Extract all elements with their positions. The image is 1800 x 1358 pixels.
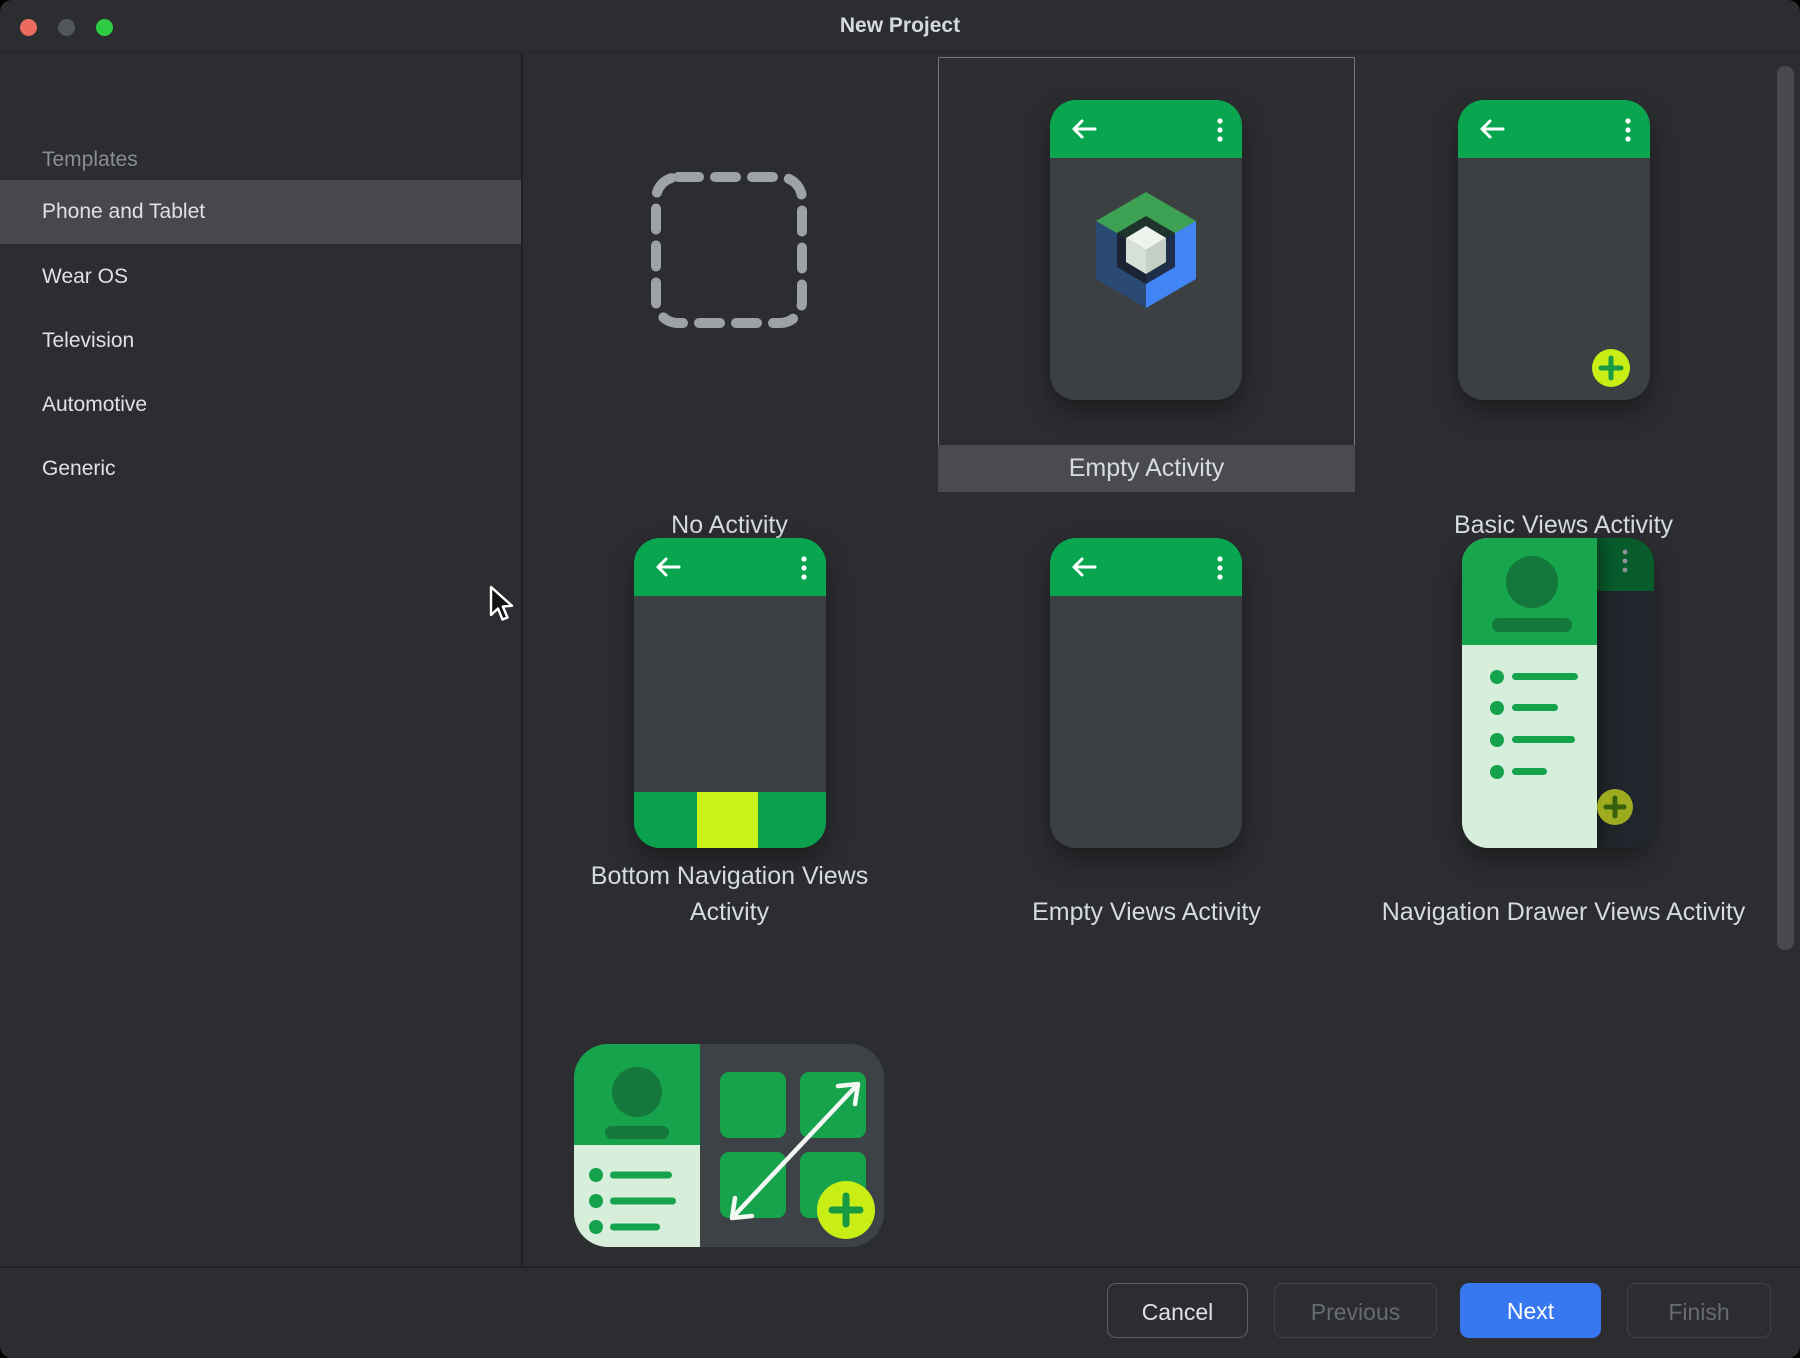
drawer-line: [1512, 768, 1547, 775]
finish-button[interactable]: Finish: [1627, 1283, 1771, 1338]
drawer-bullet: [1490, 670, 1504, 684]
template-card-bottom-navigation-views-activity[interactable]: Bottom Navigation Views Activity: [521, 492, 938, 940]
template-card-label: Navigation Drawer Views Activity: [1355, 894, 1772, 930]
template-card-no-activity[interactable]: No Activity: [521, 57, 938, 492]
avatar: [1506, 556, 1558, 608]
template-card-empty-activity[interactable]: Empty Activity: [938, 57, 1355, 492]
compose-logo-icon: [1086, 184, 1206, 316]
template-card-empty-views-activity[interactable]: Empty Views Activity: [938, 492, 1355, 940]
back-arrow-icon: [1478, 117, 1506, 141]
template-card-primary-detail-flow[interactable]: [521, 940, 938, 1266]
template-card-navigation-drawer-views-activity[interactable]: Navigation Drawer Views Activity: [1355, 492, 1772, 940]
kebab-menu-icon: [1216, 555, 1224, 581]
avatar-name-bar: [1492, 618, 1572, 632]
sidebar-item-automotive[interactable]: Automotive: [42, 373, 147, 437]
scrollbar-thumb[interactable]: [1777, 66, 1794, 950]
template-card-label: Bottom Navigation Views Activity: [521, 858, 938, 930]
back-arrow-icon: [1070, 117, 1098, 141]
primary-detail-flow-icon: [574, 1044, 884, 1247]
drawer-header: [1462, 538, 1597, 645]
drawer-line: [1512, 704, 1558, 711]
next-button[interactable]: Next: [1460, 1283, 1601, 1338]
phone-mockup: [1050, 100, 1242, 400]
template-card-basic-views-activity[interactable]: Basic Views Activity: [1355, 57, 1772, 492]
previous-button[interactable]: Previous: [1274, 1283, 1437, 1338]
plus-fab-icon: [1592, 349, 1630, 387]
template-card-label: Empty Activity: [938, 445, 1355, 492]
phone-mockup: [634, 538, 826, 848]
templates-sidebar: Templates Phone and Tablet Wear OS Telev…: [0, 52, 523, 1266]
sidebar-header: Templates: [42, 148, 138, 172]
sidebar-item-wear-os[interactable]: Wear OS: [42, 245, 128, 309]
template-card-game-activity[interactable]: [938, 940, 1355, 1266]
bottom-nav-bar: [634, 792, 826, 848]
sidebar-item-television[interactable]: Television: [42, 309, 134, 373]
phone-mockup: [1458, 100, 1650, 400]
phone-mockup: [1050, 538, 1242, 848]
plus-fab-icon: [1597, 789, 1633, 825]
cancel-button[interactable]: Cancel: [1107, 1283, 1248, 1338]
sidebar-item-phone-and-tablet[interactable]: Phone and Tablet: [42, 180, 205, 244]
phone-mockup: [1462, 538, 1654, 848]
sidebar-item-generic[interactable]: Generic: [42, 437, 116, 501]
new-project-dialog: New Project Templates Phone and Tablet W…: [0, 0, 1800, 1358]
nav-drawer: [1462, 538, 1597, 848]
template-card-native-cpp[interactable]: [1355, 940, 1772, 1266]
drawer-bullet: [1490, 701, 1504, 715]
kebab-menu-icon: [1216, 117, 1224, 143]
kebab-menu-icon: [800, 555, 808, 581]
page-title: New Project: [0, 0, 1800, 52]
back-arrow-icon: [1070, 555, 1098, 579]
drawer-bullet: [1490, 765, 1504, 779]
title-bar: New Project: [0, 0, 1800, 53]
kebab-menu-icon: [1624, 117, 1632, 143]
template-card-label: Empty Views Activity: [938, 894, 1355, 930]
kebab-menu-icon: [1621, 548, 1629, 574]
drawer-line: [1512, 673, 1578, 680]
dashed-placeholder-icon: [650, 171, 808, 329]
mouse-cursor: [489, 585, 515, 623]
drawer-line: [1512, 736, 1575, 743]
back-arrow-icon: [654, 555, 682, 579]
footer-bar: Cancel Previous Next Finish: [0, 1266, 1800, 1358]
drawer-bullet: [1490, 733, 1504, 747]
